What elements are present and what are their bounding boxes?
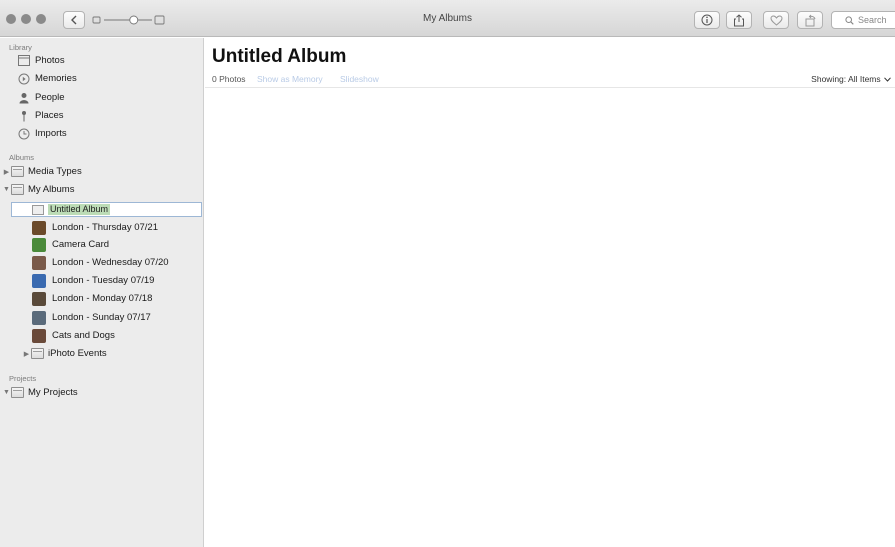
disclosure-triangle[interactable]: ▼ [2, 186, 11, 193]
chevron-down-icon [884, 77, 891, 82]
info-icon [701, 14, 713, 26]
sidebar-item-camera-card[interactable]: Camera Card [0, 236, 203, 253]
window-title: My Albums [423, 13, 472, 24]
album-title: Untitled Album [212, 46, 347, 67]
sidebar-item-label: People [35, 92, 65, 103]
sidebar-item-my-albums[interactable]: ▼ My Albums [0, 181, 203, 198]
divider [205, 87, 895, 88]
sidebar: Library Photos Memories People Places Im… [0, 38, 204, 547]
sidebar-item-my-projects[interactable]: ▼ My Projects [0, 384, 203, 401]
folder-icon [31, 348, 44, 359]
library-section-header: Library [9, 43, 32, 52]
people-icon [17, 91, 31, 105]
sidebar-item-cats-and-dogs[interactable]: Cats and Dogs [0, 327, 203, 344]
album-name-field[interactable]: Untitled Album [48, 204, 111, 215]
disclosure-triangle[interactable]: ▼ [2, 389, 11, 396]
photos-icon [17, 54, 31, 68]
sidebar-item-london-wednesday[interactable]: London - Wednesday 07/20 [0, 254, 203, 271]
album-icon [32, 204, 44, 215]
share-button[interactable] [726, 11, 752, 29]
sidebar-item-people[interactable]: People [0, 89, 203, 106]
sidebar-item-imports[interactable]: Imports [0, 125, 203, 142]
sidebar-item-label: London - Monday 07/18 [52, 293, 153, 304]
sidebar-item-label: Memories [35, 73, 77, 84]
sidebar-item-label: Camera Card [52, 239, 110, 250]
show-as-memory-link[interactable]: Show as Memory [257, 74, 323, 84]
memories-icon [17, 72, 31, 86]
sidebar-item-label: Places [35, 110, 64, 121]
sidebar-item-london-thursday[interactable]: London - Thursday 07/21 [0, 219, 203, 236]
folder-icon [11, 184, 24, 195]
sidebar-item-london-sunday[interactable]: London - Sunday 07/17 [0, 309, 203, 326]
album-thumbnail [32, 237, 46, 252]
album-thumbnail [32, 255, 46, 270]
sidebar-item-label: London - Thursday 07/21 [52, 222, 158, 233]
sidebar-item-label: My Albums [28, 184, 75, 195]
projects-section-header: Projects [9, 374, 37, 383]
sidebar-item-untitled-album[interactable]: Untitled Album [11, 202, 202, 217]
photo-count: 0 Photos [212, 74, 246, 84]
sidebar-item-label: Cats and Dogs [52, 330, 115, 341]
sidebar-item-label: My Projects [28, 387, 78, 398]
sidebar-item-iphoto-events[interactable]: ▶ iPhoto Events [0, 345, 203, 362]
main-content: Untitled Album 0 Photos Show as Memory S… [205, 38, 895, 547]
info-button[interactable] [694, 11, 720, 29]
sidebar-item-london-tuesday[interactable]: London - Tuesday 07/19 [0, 272, 203, 289]
sidebar-item-label: London - Sunday 07/17 [52, 312, 151, 323]
showing-filter-label: Showing: All Items [811, 74, 881, 84]
sidebar-item-london-monday[interactable]: London - Monday 07/18 [0, 290, 203, 307]
imports-icon [17, 127, 31, 141]
search-icon [845, 15, 854, 25]
sidebar-item-places[interactable]: Places [0, 107, 203, 124]
slideshow-link[interactable]: Slideshow [340, 74, 379, 84]
search-placeholder: Search [858, 15, 887, 25]
album-thumbnail [32, 328, 46, 343]
sidebar-item-label: iPhoto Events [48, 348, 107, 359]
disclosure-triangle[interactable]: ▶ [2, 168, 11, 176]
favorite-button[interactable] [763, 11, 789, 29]
sidebar-item-label: London - Tuesday 07/19 [52, 275, 155, 286]
album-thumbnail [32, 273, 46, 288]
sidebar-item-label: Imports [35, 128, 67, 139]
showing-filter-menu[interactable]: Showing: All Items [811, 74, 891, 84]
folder-icon [11, 387, 24, 398]
share-icon [734, 13, 744, 26]
sidebar-item-label: London - Wednesday 07/20 [52, 257, 169, 268]
album-thumbnail [32, 220, 46, 235]
places-icon [17, 109, 31, 123]
albums-section-header: Albums [9, 153, 35, 162]
rotate-icon [805, 14, 815, 26]
rotate-button[interactable] [797, 11, 823, 29]
album-thumbnail [32, 310, 46, 325]
sidebar-item-label: Media Types [28, 166, 82, 177]
search-field[interactable]: Search [831, 11, 895, 29]
sidebar-item-label: Photos [35, 55, 65, 66]
title-bar: My Albums Search [0, 0, 895, 37]
heart-icon [769, 14, 783, 26]
sidebar-item-photos[interactable]: Photos [0, 52, 203, 69]
sidebar-item-media-types[interactable]: ▶ Media Types [0, 163, 203, 180]
sidebar-item-memories[interactable]: Memories [0, 70, 203, 87]
disclosure-triangle[interactable]: ▶ [22, 350, 31, 358]
folder-icon [11, 166, 24, 177]
album-thumbnail [32, 291, 46, 306]
